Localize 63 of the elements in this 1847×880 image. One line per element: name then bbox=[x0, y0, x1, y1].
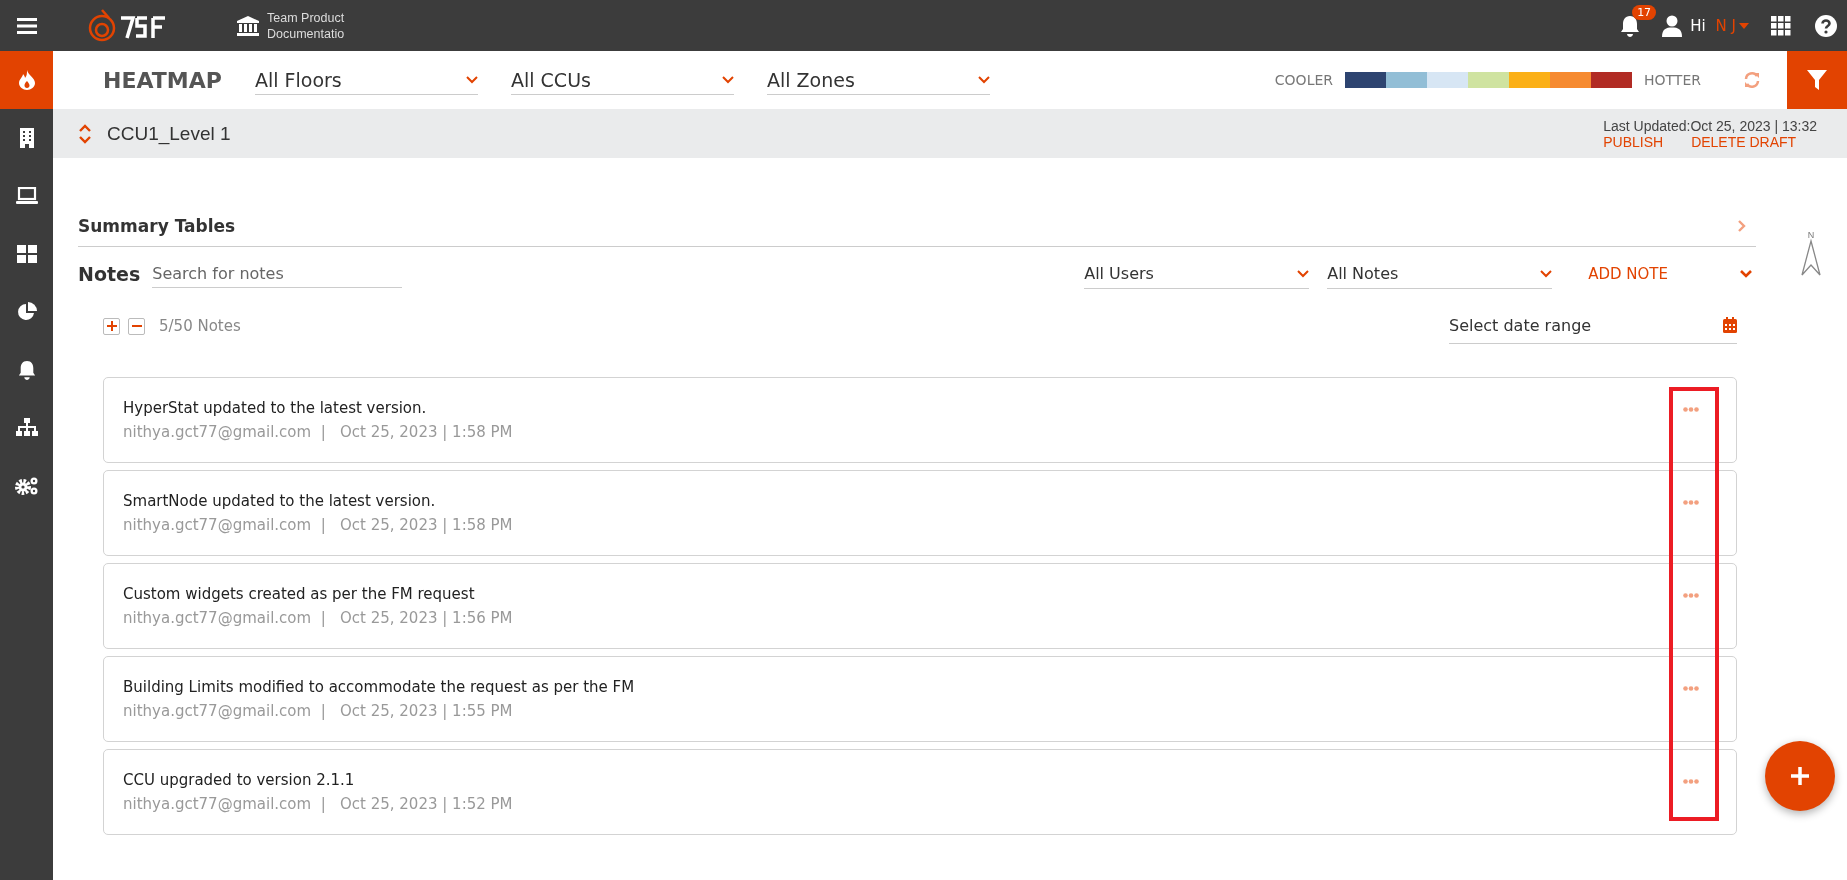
action-link[interactable]: DELETE DRAFT bbox=[1691, 133, 1797, 150]
notes-title: Notes bbox=[78, 263, 141, 285]
filter-dropdown[interactable]: All Floors bbox=[255, 65, 478, 95]
dots-icon bbox=[1683, 499, 1699, 505]
filter-button[interactable] bbox=[1787, 51, 1847, 109]
sort-arrows-icon[interactable] bbox=[79, 123, 91, 144]
pie-chart-icon bbox=[16, 302, 37, 322]
section-title: Summary Tables bbox=[78, 216, 236, 236]
chevron-down-icon bbox=[466, 75, 478, 84]
bell-icon bbox=[17, 360, 36, 380]
site-name[interactable]: Team Product Documentatio bbox=[267, 9, 345, 42]
notes-count: 5/50 Notes bbox=[159, 317, 241, 335]
chevron-down-icon bbox=[1540, 269, 1553, 278]
legend-label: COOLER bbox=[1274, 72, 1333, 88]
caret-icon bbox=[1739, 22, 1749, 29]
chevron-down-icon bbox=[722, 75, 734, 84]
filter-dropdown[interactable]: All Zones bbox=[767, 65, 990, 95]
page-title: HEATMAP bbox=[103, 67, 223, 93]
dots-icon bbox=[1683, 685, 1699, 691]
note-meta: nithya.gct77@gmail.com | Oct 25, 2023 | 1:52 PM bbox=[123, 795, 514, 813]
legend-label: HOTTER bbox=[1644, 72, 1701, 88]
notification-bell-icon[interactable] bbox=[1620, 14, 1641, 37]
chevron-down-icon bbox=[978, 75, 990, 84]
last-updated-text: Last Updated:Oct 25, 2023 | 13:32 bbox=[1603, 117, 1817, 134]
plus-icon bbox=[1791, 767, 1809, 785]
note-meta: nithya.gct77@gmail.com | Oct 25, 2023 | 1:58 PM bbox=[123, 516, 514, 534]
menu-icon bbox=[16, 17, 37, 34]
note-meta: nithya.gct77@gmail.com | Oct 25, 2023 | 1:58 PM bbox=[123, 423, 514, 441]
filter-icon bbox=[1807, 70, 1827, 90]
calendar-icon bbox=[1723, 317, 1737, 333]
filter-dropdown[interactable]: All CCUs bbox=[511, 65, 734, 95]
ccu-name: CCU1_Level 1 bbox=[107, 122, 231, 145]
sitemap-icon bbox=[15, 418, 38, 438]
expand-all-button[interactable] bbox=[103, 317, 120, 335]
filter-dropdown[interactable]: All Users bbox=[1084, 259, 1310, 289]
collapse-all-button[interactable] bbox=[128, 317, 145, 335]
add-note-link[interactable]: ADD NOTE bbox=[1588, 265, 1668, 283]
add-button[interactable] bbox=[1765, 741, 1835, 811]
help-icon[interactable] bbox=[1815, 14, 1837, 37]
action-link[interactable]: PUBLISH bbox=[1603, 133, 1664, 150]
dots-icon bbox=[1683, 406, 1699, 412]
dots-icon bbox=[1683, 778, 1699, 784]
building-icon bbox=[18, 128, 35, 148]
note-text: HyperStat updated to the latest version. bbox=[123, 399, 428, 417]
flame-icon bbox=[18, 70, 35, 90]
laptop-icon bbox=[15, 187, 38, 205]
note-meta: nithya.gct77@gmail.com | Oct 25, 2023 | 1:55 PM bbox=[123, 702, 514, 720]
chevron-down-icon bbox=[1297, 269, 1310, 278]
filter-dropdown[interactable]: All Notes bbox=[1327, 259, 1553, 289]
note-text: Custom widgets created as per the FM request bbox=[123, 585, 476, 603]
apps-grid-icon[interactable] bbox=[1771, 15, 1791, 36]
grid-icon bbox=[16, 245, 37, 263]
dots-icon bbox=[1683, 592, 1699, 598]
note-meta: nithya.gct77@gmail.com | Oct 25, 2023 | 1:56 PM bbox=[123, 609, 514, 627]
greeting-text: Hi bbox=[1690, 16, 1706, 35]
note-text: CCU upgraded to version 2.1.1 bbox=[123, 771, 356, 789]
note-text: SmartNode updated to the latest version. bbox=[123, 492, 437, 510]
notification-count-badge: 17 bbox=[1632, 4, 1657, 20]
user-icon bbox=[1662, 14, 1683, 37]
bank-icon bbox=[237, 15, 259, 36]
plus-icon bbox=[106, 321, 117, 331]
chevron-down-icon[interactable] bbox=[1740, 270, 1752, 278]
note-text: Building Limits modified to accommodate the request as per the FM bbox=[123, 678, 636, 696]
